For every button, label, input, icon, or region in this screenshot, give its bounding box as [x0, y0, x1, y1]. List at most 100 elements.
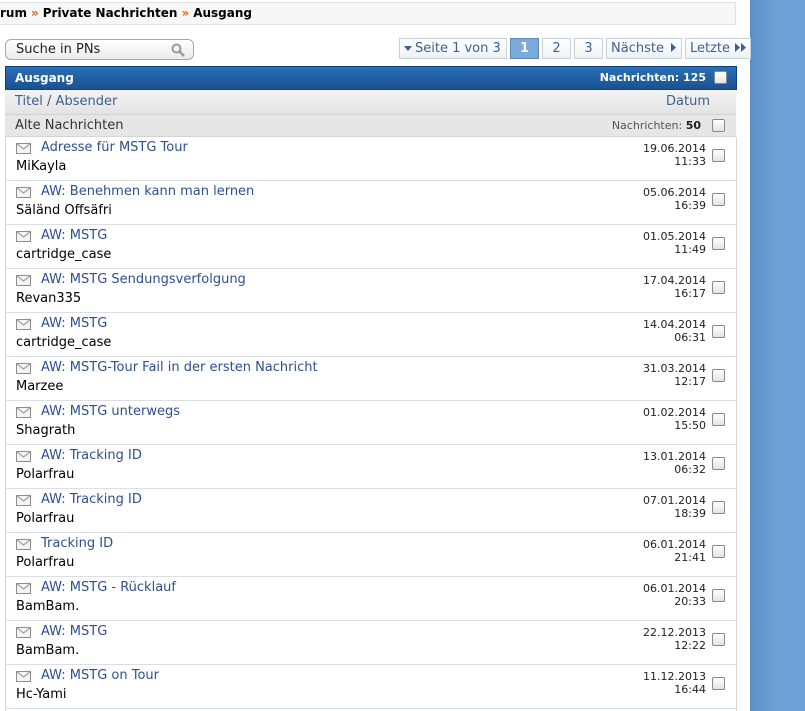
breadcrumb-item-forum[interactable]: rum: [0, 6, 27, 20]
sort-by-title-link[interactable]: Titel: [15, 94, 43, 109]
message-row[interactable]: AW: MSTG-Tour Fail in der ersten Nachric…: [6, 357, 736, 401]
search-placeholder: Suche in PNs: [16, 42, 101, 57]
double-triangle-right-icon: [735, 43, 747, 52]
message-row[interactable]: AW: MSTG BamBam. 22.12.2013 12:22: [6, 621, 736, 665]
envelope-icon: [16, 143, 31, 154]
message-checkbox[interactable]: [712, 677, 725, 690]
breadcrumb-item-private-messages[interactable]: Private Nachrichten: [43, 6, 178, 20]
message-datetime: 06.01.2014 21:41: [643, 538, 706, 564]
message-checkbox[interactable]: [712, 413, 725, 426]
sort-by-sender-link[interactable]: Absender: [56, 94, 118, 109]
message-subject-link[interactable]: Tracking ID: [41, 536, 113, 551]
page-info-dropdown[interactable]: Seite 1 von 3: [399, 38, 507, 59]
message-time: 15:50: [674, 419, 706, 432]
message-sender-link[interactable]: Marzee: [16, 379, 63, 394]
message-subject-link[interactable]: AW: Tracking ID: [41, 492, 142, 507]
message-sender-link[interactable]: Hc-Yami: [16, 687, 66, 702]
message-subject-link[interactable]: AW: MSTG: [41, 316, 107, 331]
select-all-checkbox[interactable]: [714, 71, 727, 84]
message-row[interactable]: AW: Tracking ID Polarfrau 13.01.2014 06:3…: [6, 445, 736, 489]
message-sender-link[interactable]: BamBam.: [16, 643, 79, 658]
message-time: 16:39: [674, 199, 706, 212]
message-sender-link[interactable]: Shagrath: [16, 423, 75, 438]
last-page-button[interactable]: Letzte: [685, 38, 751, 59]
message-datetime: 19.06.2014 11:33: [643, 142, 706, 168]
select-group-checkbox[interactable]: [712, 119, 725, 132]
search-input[interactable]: Suche in PNs: [5, 39, 194, 60]
message-time: 11:33: [674, 155, 706, 168]
message-time: 18:39: [674, 507, 706, 520]
page-3-button[interactable]: 3: [574, 38, 603, 59]
message-subject-link[interactable]: AW: Tracking ID: [41, 448, 142, 463]
sort-by-date-link[interactable]: Datum: [666, 90, 710, 114]
page-2-button[interactable]: 2: [542, 38, 571, 59]
message-date: 11.12.2013: [643, 670, 706, 683]
message-sender-link[interactable]: cartridge_case: [16, 247, 111, 262]
message-sender-link[interactable]: cartridge_case: [16, 335, 111, 350]
message-row[interactable]: AW: MSTG on Tour Hc-Yami 11.12.2013 16:44: [6, 665, 736, 709]
message-subject-link[interactable]: AW: MSTG: [41, 228, 107, 243]
page-background: [750, 0, 805, 711]
message-date: 06.01.2014: [643, 538, 706, 551]
message-sender-link[interactable]: MiKayla: [16, 159, 66, 174]
message-time: 21:41: [674, 551, 706, 564]
message-checkbox[interactable]: [712, 501, 725, 514]
message-time: 12:17: [674, 375, 706, 388]
message-checkbox[interactable]: [712, 545, 725, 558]
message-time: 06:31: [674, 331, 706, 344]
message-datetime: 01.05.2014 11:49: [643, 230, 706, 256]
message-time: 16:17: [674, 287, 706, 300]
message-subject-link[interactable]: AW: MSTG unterwegs: [41, 404, 180, 419]
message-sender-link[interactable]: BamBam.: [16, 599, 79, 614]
message-checkbox[interactable]: [712, 369, 725, 382]
message-checkbox[interactable]: [712, 149, 725, 162]
message-row[interactable]: AW: MSTG - Rücklauf BamBam. 06.01.2014 20…: [6, 577, 736, 621]
message-row[interactable]: AW: MSTG Sendungsverfolgung Revan335 17.…: [6, 269, 736, 313]
envelope-icon: [16, 231, 31, 242]
message-time: 20:33: [674, 595, 706, 608]
message-sender-link[interactable]: Polarfrau: [16, 511, 74, 526]
message-time: 06:32: [674, 463, 706, 476]
message-datetime: 07.01.2014 18:39: [643, 494, 706, 520]
message-list: Adresse für MSTG Tour MiKayla 19.06.2014…: [5, 137, 737, 711]
message-checkbox[interactable]: [712, 633, 725, 646]
message-row[interactable]: Tracking ID Polarfrau 06.01.2014 21:41: [6, 533, 736, 577]
message-datetime: 17.04.2014 16:17: [643, 274, 706, 300]
message-sender-link[interactable]: Revan335: [16, 291, 81, 306]
message-datetime: 05.06.2014 16:39: [643, 186, 706, 212]
message-subject-link[interactable]: Adresse für MSTG Tour: [41, 140, 188, 155]
message-sender-link[interactable]: Säländ Offsäfri: [16, 203, 112, 218]
message-row[interactable]: Adresse für MSTG Tour MiKayla 19.06.2014…: [6, 137, 736, 181]
message-subject-link[interactable]: AW: MSTG-Tour Fail in der ersten Nachric…: [41, 360, 318, 375]
message-sender-link[interactable]: Polarfrau: [16, 555, 74, 570]
next-page-button[interactable]: Nächste: [606, 38, 682, 59]
message-subject-link[interactable]: AW: MSTG on Tour: [41, 668, 159, 683]
envelope-icon: [16, 407, 31, 418]
message-checkbox[interactable]: [712, 237, 725, 250]
magnifier-icon[interactable]: [171, 43, 185, 57]
message-subject-link[interactable]: AW: MSTG - Rücklauf: [41, 580, 176, 595]
message-row[interactable]: AW: MSTG unterwegs Shagrath 01.02.2014 15…: [6, 401, 736, 445]
last-label: Letzte: [690, 41, 731, 56]
page-1-button[interactable]: 1: [510, 38, 539, 59]
message-row[interactable]: AW: Tracking ID Polarfrau 07.01.2014 18:3…: [6, 489, 736, 533]
message-row[interactable]: AW: MSTG cartridge_case 14.04.2014 06:31: [6, 313, 736, 357]
page-info: Seite 1 von 3: [415, 41, 501, 56]
message-checkbox[interactable]: [712, 281, 725, 294]
message-subject-link[interactable]: AW: MSTG Sendungsverfolgung: [41, 272, 246, 287]
message-checkbox[interactable]: [712, 457, 725, 470]
message-row[interactable]: AW: MSTG cartridge_case 01.05.2014 11:49: [6, 225, 736, 269]
triangle-right-icon: [671, 43, 677, 52]
triangle-down-icon: [404, 46, 412, 51]
message-datetime: 22.12.2013 12:22: [643, 626, 706, 652]
group-name: Alte Nachrichten: [15, 118, 124, 133]
message-row[interactable]: AW: Benehmen kann man lernen Säländ Offs…: [6, 181, 736, 225]
message-checkbox[interactable]: [712, 325, 725, 338]
message-date: 31.03.2014: [643, 362, 706, 375]
message-subject-link[interactable]: AW: Benehmen kann man lernen: [41, 184, 254, 199]
message-checkbox[interactable]: [712, 589, 725, 602]
message-subject-link[interactable]: AW: MSTG: [41, 624, 107, 639]
envelope-icon: [16, 319, 31, 330]
message-sender-link[interactable]: Polarfrau: [16, 467, 74, 482]
message-checkbox[interactable]: [712, 193, 725, 206]
